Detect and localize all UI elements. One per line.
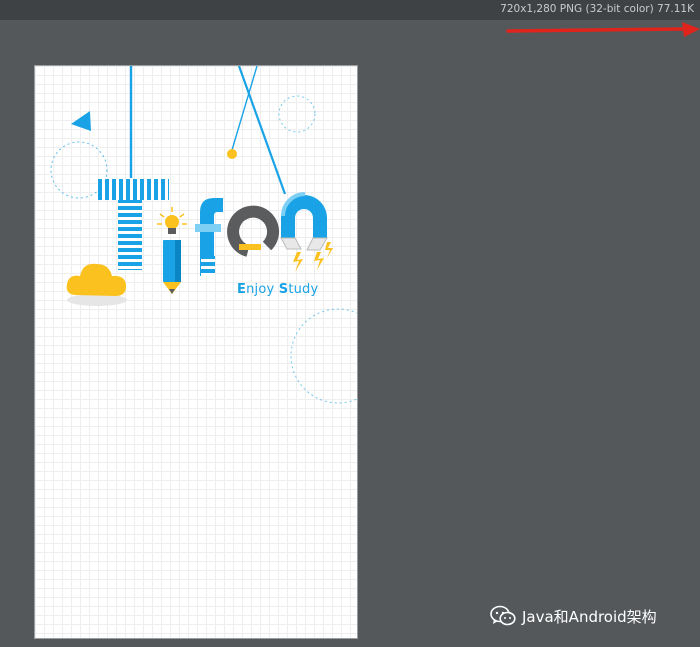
wechat-icon	[490, 605, 516, 626]
cloud-decoration	[66, 263, 127, 306]
letter-i-pencil	[157, 207, 187, 294]
watermark: Java和Android架构	[490, 604, 657, 628]
letter-f	[195, 198, 223, 276]
image-preview-canvas[interactable]: Enjoy Study	[34, 65, 358, 639]
letter-e	[227, 205, 280, 257]
watermark-text: Java和Android架构	[522, 607, 657, 626]
triangle-decoration	[71, 111, 91, 131]
hanging-dot	[227, 149, 237, 159]
tifen-logo-artwork	[50, 66, 357, 404]
viewer-title-bar: 720x1,280 PNG (32-bit color) 77.11K	[0, 0, 700, 20]
tagline-enjoy-study: Enjoy Study	[237, 282, 319, 297]
red-arrow-annotation	[506, 22, 700, 37]
file-info-label: 720x1,280 PNG (32-bit color) 77.11K	[500, 3, 694, 15]
letter-n-magnet	[280, 192, 333, 272]
